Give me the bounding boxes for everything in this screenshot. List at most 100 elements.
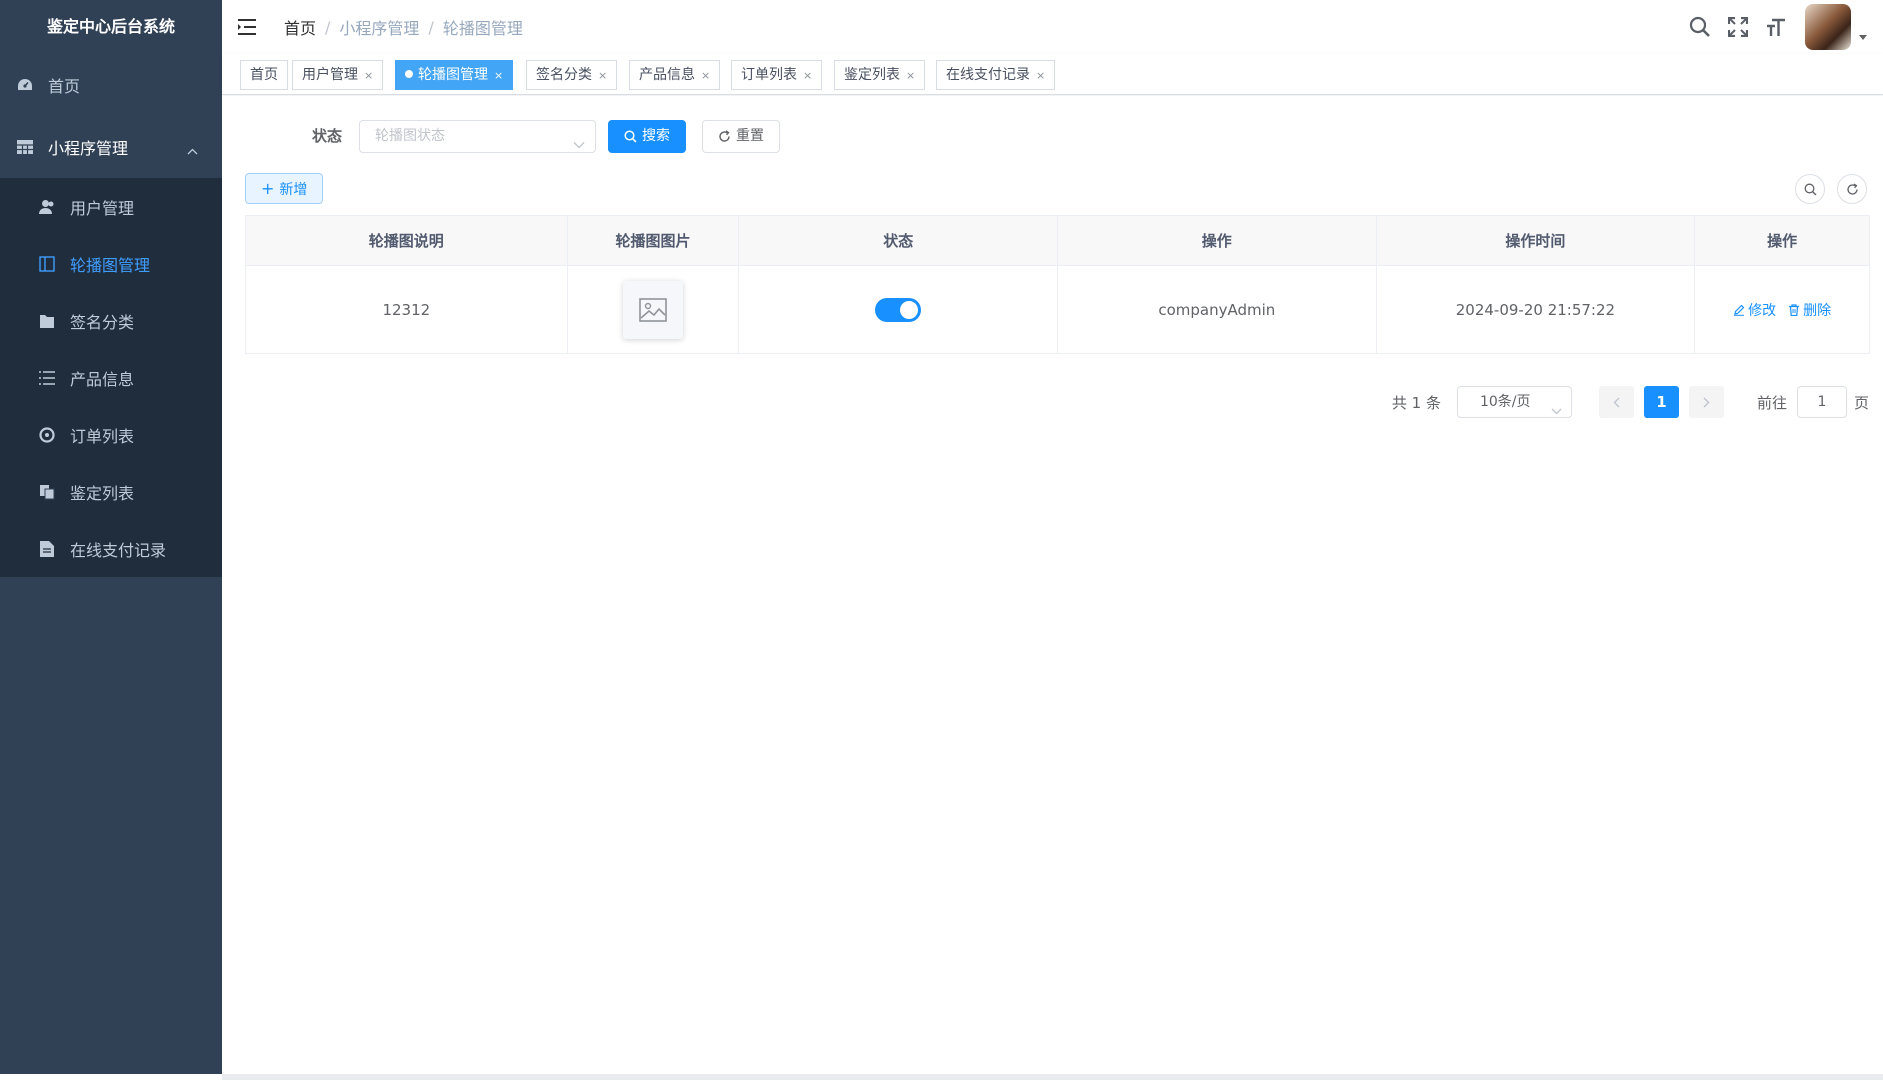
main-content: 状态 轮播图状态 搜索 重置 + 新增 轮播图说明 轮播图图片 状态 操作 操作… <box>222 96 1883 1074</box>
goto-page-input[interactable]: 1 <box>1796 386 1847 418</box>
sidebar-item-signature-category[interactable]: 签名分类 <box>0 292 222 349</box>
close-icon[interactable]: × <box>803 69 812 82</box>
column-header: 操作 <box>1767 232 1798 250</box>
data-table: 轮播图说明 轮播图图片 状态 操作 操作时间 操作 12312 companyA… <box>245 215 1870 354</box>
sidebar-item-payments[interactable]: 在线支付记录 <box>0 520 222 577</box>
reset-button[interactable]: 重置 <box>702 120 780 153</box>
breadcrumb-home[interactable]: 首页 <box>284 15 316 39</box>
add-button-label: 新增 <box>279 181 308 198</box>
cell-image <box>568 266 740 353</box>
list-icon <box>38 369 56 387</box>
edit-button[interactable]: 修改 <box>1733 300 1776 320</box>
delete-label: 删除 <box>1803 302 1832 319</box>
chevron-down-icon <box>573 130 585 161</box>
menu-fold-icon <box>238 19 256 35</box>
close-icon[interactable]: × <box>598 69 607 82</box>
refresh-icon <box>1846 182 1858 195</box>
folder-icon <box>38 312 56 330</box>
submenu: 用户管理 轮播图管理 签名分类 产品信息 订单列表 鉴定列表 在线支付记录 <box>0 178 222 577</box>
bottom-divider <box>222 1074 1883 1080</box>
sidebar-item-label: 轮播图管理 <box>70 255 151 275</box>
close-icon[interactable]: × <box>906 69 915 82</box>
next-page-button[interactable] <box>1688 386 1724 418</box>
font-size-icon[interactable] <box>1757 0 1795 54</box>
tag-label: 在线支付记录 <box>946 67 1030 83</box>
tag-signature-category[interactable]: 签名分类 × <box>526 60 618 90</box>
column-header: 操作 <box>1058 216 1377 265</box>
order-icon <box>38 426 56 444</box>
sidebar-group-miniprogram[interactable]: 小程序管理 <box>0 116 222 178</box>
sidebar-item-product[interactable]: 产品信息 <box>0 349 222 406</box>
fullscreen-icon[interactable] <box>1719 0 1757 54</box>
switch-knob <box>900 300 919 319</box>
tag-label: 鉴定列表 <box>844 67 900 83</box>
refresh-button[interactable] <box>1837 174 1867 204</box>
carousel-icon <box>38 255 56 273</box>
page-size-select[interactable]: 10条/页 <box>1456 386 1572 418</box>
tag-product[interactable]: 产品信息 × <box>629 60 721 90</box>
tag-label: 产品信息 <box>639 67 695 83</box>
table-header: 轮播图说明 轮播图图片 状态 操作 操作时间 操作 <box>246 216 1869 266</box>
sidebar-item-carousel[interactable]: 轮播图管理 <box>0 235 222 292</box>
close-icon[interactable]: × <box>494 69 503 82</box>
tag-label: 首页 <box>250 67 278 83</box>
breadcrumb-separator: / <box>325 17 331 37</box>
reset-button-label: 重置 <box>736 128 764 144</box>
close-icon[interactable]: × <box>1036 69 1045 82</box>
pagination-total: 共 1 条 <box>1391 393 1441 412</box>
tag-payments[interactable]: 在线支付记录 × <box>936 60 1056 90</box>
delete-button[interactable]: 删除 <box>1788 300 1831 320</box>
caret-down-icon[interactable] <box>1859 34 1867 40</box>
sidebar-item-label: 产品信息 <box>70 369 135 389</box>
tag-user[interactable]: 用户管理 × <box>292 60 384 90</box>
image-placeholder-icon <box>639 297 667 322</box>
tag-label: 用户管理 <box>302 67 358 83</box>
status-switch[interactable] <box>875 297 922 322</box>
tag-appraisal[interactable]: 鉴定列表 × <box>834 60 926 90</box>
pagination: 共 1 条 10条/页 1 前往 1 页 <box>1392 386 1869 418</box>
sidebar-item-home[interactable]: 首页 <box>0 54 222 116</box>
chevron-left-icon <box>1613 397 1620 407</box>
app-title: 鉴定中心后台系统 <box>46 17 175 36</box>
right-menu <box>1681 0 1883 54</box>
toggle-search-button[interactable] <box>1795 174 1825 204</box>
sidebar-item-label: 用户管理 <box>70 198 135 218</box>
add-button[interactable]: + 新增 <box>245 173 324 204</box>
sidebar-item-label: 订单列表 <box>70 426 135 446</box>
tag-label: 签名分类 <box>536 67 592 83</box>
tag-label: 轮播图管理 <box>418 67 488 83</box>
user-icon <box>38 198 56 216</box>
page-number-button[interactable]: 1 <box>1643 386 1679 418</box>
dashboard-icon <box>16 76 34 94</box>
hamburger-button[interactable] <box>222 0 274 54</box>
close-icon[interactable]: × <box>701 69 710 82</box>
tag-label: 订单列表 <box>741 67 797 83</box>
refresh-icon <box>719 130 730 142</box>
navbar: 首页 / 小程序管理 / 轮播图管理 <box>222 0 1883 54</box>
page-size-value: 10条/页 <box>1479 394 1531 410</box>
header-search-icon[interactable] <box>1681 0 1719 54</box>
tag-carousel[interactable]: 轮播图管理 × <box>395 60 514 90</box>
tag-orders[interactable]: 订单列表 × <box>731 60 823 90</box>
tag-home[interactable]: 首页 <box>240 60 288 90</box>
sidebar-item-appraisal[interactable]: 鉴定列表 <box>0 463 222 520</box>
search-icon <box>624 130 637 143</box>
sidebar-item-label: 首页 <box>48 77 81 96</box>
breadcrumb-separator: / <box>428 17 434 37</box>
chevron-down-icon <box>1551 396 1562 426</box>
cell-description: 12312 <box>246 266 568 353</box>
carousel-thumbnail[interactable] <box>623 280 683 339</box>
goto-label: 前往 <box>1756 393 1787 412</box>
status-label: 状态 <box>312 127 343 145</box>
avatar[interactable] <box>1805 4 1851 50</box>
cell-actions: 修改 删除 <box>1695 266 1869 353</box>
sidebar-item-orders[interactable]: 订单列表 <box>0 406 222 463</box>
search-form: 状态 轮播图状态 搜索 重置 <box>222 120 1883 153</box>
search-button[interactable]: 搜索 <box>608 120 686 153</box>
prev-page-button[interactable] <box>1598 386 1634 418</box>
close-icon[interactable]: × <box>364 69 373 82</box>
copy-icon <box>38 483 56 501</box>
sidebar-item-user[interactable]: 用户管理 <box>0 178 222 235</box>
status-select[interactable]: 轮播图状态 <box>359 120 596 153</box>
status-placeholder: 轮播图状态 <box>375 128 445 144</box>
